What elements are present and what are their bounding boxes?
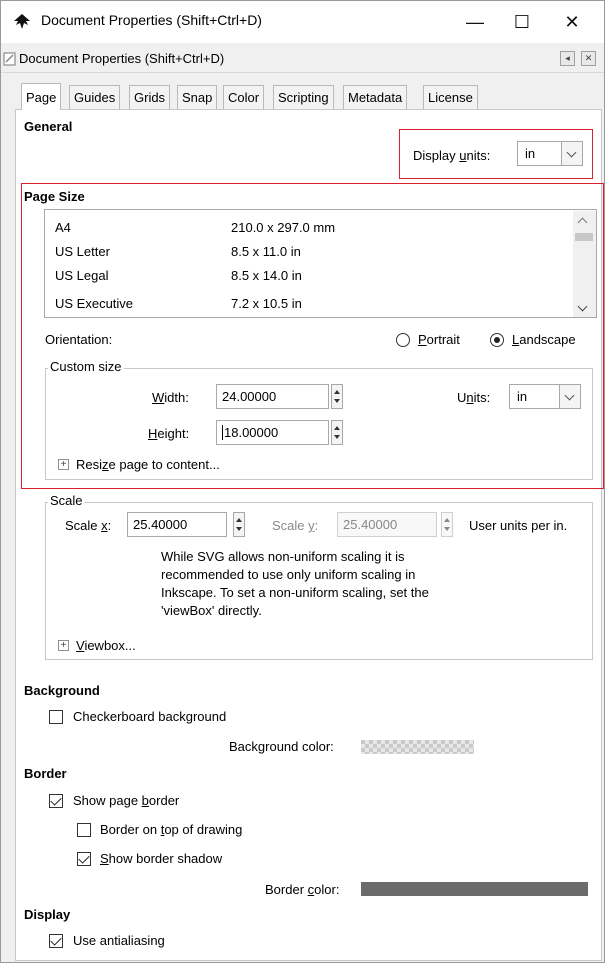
scroll-thumb[interactable] [575, 233, 593, 241]
page-size-heading: Page Size [24, 189, 85, 204]
background-heading: Background [24, 683, 100, 698]
orientation-label: Orientation: [45, 332, 113, 347]
list-item[interactable]: A4 [55, 216, 71, 239]
close-button[interactable]: ✕ [549, 5, 595, 39]
tab-guides[interactable]: Guides [69, 85, 121, 110]
list-scrollbar[interactable] [573, 211, 596, 317]
user-units-label: User units per in. [469, 518, 568, 533]
expand-icon[interactable]: + [58, 459, 69, 470]
height-label: Height: [148, 426, 190, 441]
list-item-dims: 8.5 x 14.0 in [231, 268, 302, 283]
resize-to-content-expander[interactable]: Resize page to content... [76, 457, 220, 472]
list-item[interactable]: US Executive [55, 292, 133, 316]
tab-snap[interactable]: Snap [177, 85, 218, 110]
chevron-up-icon[interactable] [577, 217, 588, 228]
scale-note-line: 'viewBox' directly. [161, 603, 262, 618]
expand-icon[interactable]: + [58, 640, 69, 651]
checkerboard-label[interactable]: Checkerboard background [73, 709, 226, 724]
scale-x-input[interactable]: 25.40000 [127, 512, 227, 537]
page-size-list[interactable]: A4 210.0 x 297.0 mm US Letter 8.5 x 11.0… [44, 209, 597, 318]
document-properties-icon [3, 52, 16, 66]
maximize-button[interactable]: ☐ [499, 5, 545, 39]
list-item-dims: 8.5 x 11.0 in [231, 244, 301, 259]
landscape-radio[interactable] [490, 333, 504, 347]
title-bar[interactable]: Document Properties (Shift+Ctrl+D) — ☐ ✕ [1, 1, 604, 43]
display-heading: Display [24, 907, 71, 922]
background-color-label: Background color: [229, 739, 334, 754]
scale-y-input: 25.40000 [337, 512, 437, 537]
border-shadow-label[interactable]: Show border shadow [100, 851, 222, 866]
border-color-label: Border color: [265, 882, 340, 897]
checkerboard-checkbox[interactable] [49, 710, 63, 724]
chevron-down-icon[interactable] [561, 142, 582, 165]
width-input[interactable]: 24.00000 [216, 384, 329, 409]
tab-license[interactable]: License [423, 85, 478, 110]
window-title: Document Properties (Shift+Ctrl+D) [41, 12, 262, 28]
dock-title: Document Properties (Shift+Ctrl+D) [19, 51, 225, 66]
units-label: Units: [457, 390, 491, 405]
border-on-top-label[interactable]: Border on top of drawing [100, 822, 242, 837]
scale-x-spin-button[interactable] [233, 512, 245, 537]
scale-note-line: Inkscape. To set a non-uniform scaling, … [161, 585, 429, 600]
close-panel-button[interactable]: ✕ [581, 51, 596, 66]
tab-metadata[interactable]: Metadata [343, 85, 408, 110]
viewbox-expander[interactable]: Viewbox... [76, 638, 136, 653]
list-item[interactable]: US Legal [55, 264, 108, 287]
page-units-select[interactable]: in [509, 384, 581, 409]
tab-color[interactable]: Color [223, 85, 265, 110]
general-heading: General [24, 119, 73, 134]
border-shadow-checkbox[interactable] [77, 852, 91, 866]
iconify-panel-button[interactable]: ◂ [560, 51, 575, 66]
chevron-down-icon[interactable] [559, 385, 580, 408]
height-input[interactable]: 18.00000 [216, 420, 329, 445]
display-units-label: Display units: [413, 148, 491, 163]
scale-x-label: Scale x: [65, 518, 112, 533]
border-color-swatch[interactable] [361, 882, 588, 896]
border-heading: Border [24, 766, 67, 781]
display-units-select[interactable]: in [517, 141, 583, 166]
width-spin-button[interactable] [331, 384, 343, 409]
dock-header: Document Properties (Shift+Ctrl+D) ◂ ✕ [1, 45, 604, 73]
chevron-down-icon[interactable] [577, 301, 588, 312]
scale-y-label: Scale y: [272, 518, 319, 533]
landscape-label[interactable]: Landscape [512, 332, 576, 347]
tab-page[interactable]: Page [21, 83, 62, 110]
portrait-label[interactable]: Portrait [418, 332, 460, 347]
list-item-dims: 7.2 x 10.5 in [231, 296, 302, 311]
scale-y-spin-button [441, 512, 453, 537]
background-color-swatch[interactable] [361, 740, 474, 754]
tab-grids[interactable]: Grids [129, 85, 171, 110]
scale-note-line: While SVG allows non-uniform scaling it … [161, 549, 405, 564]
inkscape-app-icon [14, 14, 30, 29]
antialiasing-label[interactable]: Use antialiasing [73, 933, 165, 948]
height-spin-button[interactable] [331, 420, 343, 445]
scale-note-line: recommended to use only uniform scaling … [161, 567, 416, 582]
border-on-top-checkbox[interactable] [77, 823, 91, 837]
tab-scripting[interactable]: Scripting [273, 85, 334, 110]
custom-size-label: Custom size [48, 359, 124, 374]
list-item[interactable]: US Letter [55, 240, 110, 263]
width-label: Width: [152, 390, 189, 405]
show-page-border-label[interactable]: Show page border [73, 793, 179, 808]
antialiasing-checkbox[interactable] [49, 934, 63, 948]
show-page-border-checkbox[interactable] [49, 794, 63, 808]
scale-label: Scale [48, 493, 85, 508]
list-item-dims: 210.0 x 297.0 mm [231, 220, 336, 235]
portrait-radio[interactable] [396, 333, 410, 347]
minimize-button[interactable]: — [452, 5, 498, 39]
document-properties-window: Document Properties (Shift+Ctrl+D) — ☐ ✕… [0, 0, 605, 963]
